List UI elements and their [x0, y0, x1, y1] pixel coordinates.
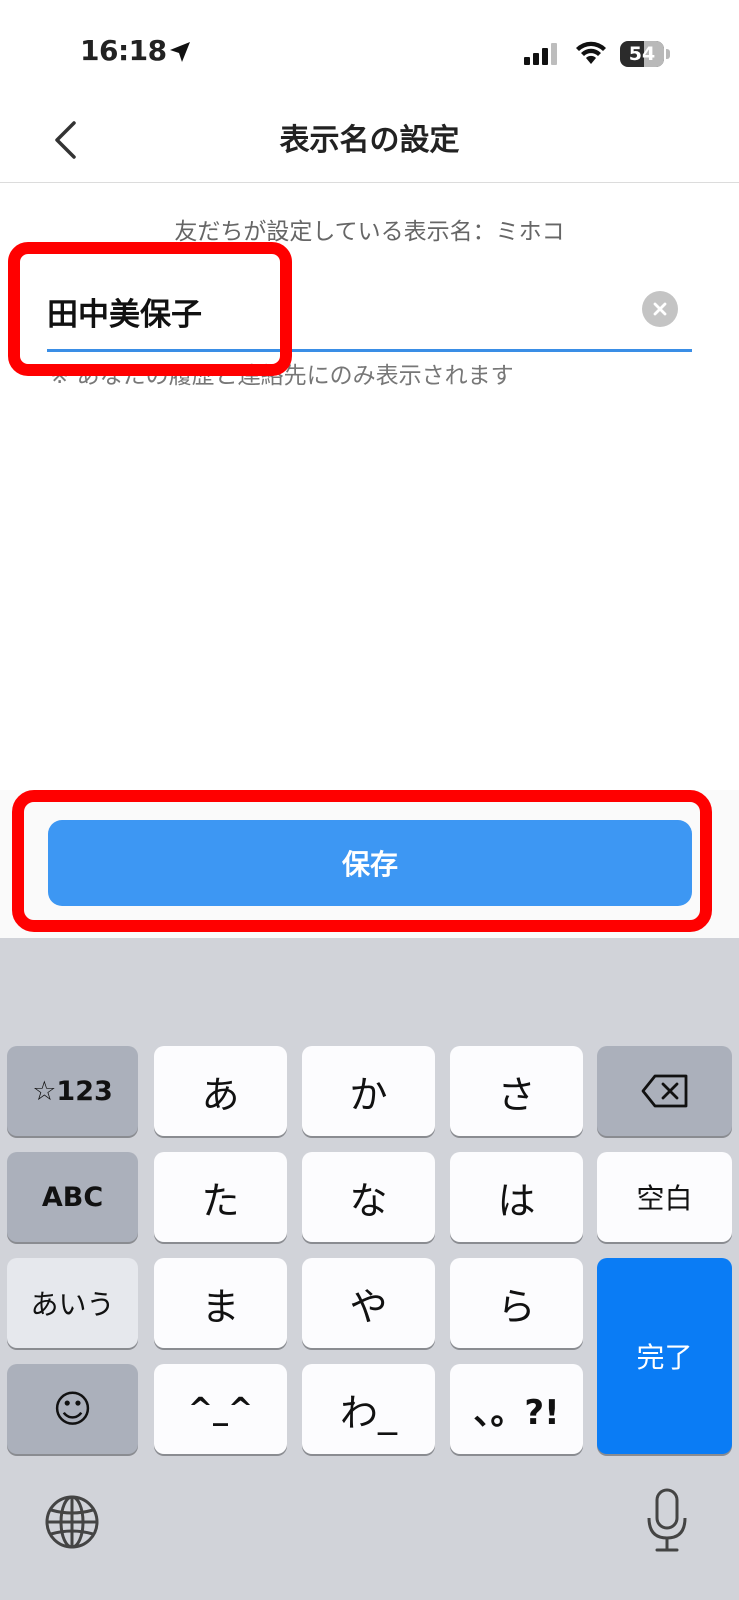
- highlight-annotation-save: [12, 790, 712, 932]
- kana-key[interactable]: ま: [154, 1258, 287, 1348]
- status-bar: 16:18 54: [0, 0, 739, 100]
- abc-key[interactable]: ABC: [7, 1152, 138, 1242]
- wifi-icon: [576, 41, 606, 64]
- location-arrow-icon: [170, 42, 190, 62]
- space-key[interactable]: 空白: [597, 1152, 732, 1242]
- kana-key[interactable]: さ: [450, 1046, 583, 1136]
- kana-key[interactable]: や: [302, 1258, 435, 1348]
- backspace-icon: [641, 1074, 687, 1108]
- chevron-left-icon: [55, 121, 76, 159]
- kana-key[interactable]: ら: [450, 1258, 583, 1348]
- back-button[interactable]: [40, 114, 90, 166]
- nav-bar: 表示名の設定: [0, 100, 739, 183]
- backspace-key[interactable]: [597, 1046, 732, 1136]
- close-icon: [653, 302, 667, 316]
- done-key[interactable]: 完了: [597, 1258, 732, 1454]
- kana-key[interactable]: わ_: [302, 1364, 435, 1454]
- highlight-annotation-input: [8, 242, 292, 376]
- kana-key[interactable]: か: [302, 1046, 435, 1136]
- kaomoji-key[interactable]: ^_^: [154, 1364, 287, 1454]
- kana-key[interactable]: は: [450, 1152, 583, 1242]
- cellular-signal-icon: [524, 43, 557, 65]
- kana-key[interactable]: あ: [154, 1046, 287, 1136]
- battery-level: 54: [628, 43, 656, 65]
- punctuation-key[interactable]: 、。?!: [450, 1364, 583, 1454]
- kana-key[interactable]: な: [302, 1152, 435, 1242]
- microphone-icon[interactable]: [645, 1488, 689, 1554]
- battery-icon: 54: [620, 41, 670, 67]
- friend-set-name-label: 友だちが設定している表示名：ミホコ: [174, 219, 565, 245]
- kana-mode-key[interactable]: あいう: [7, 1258, 138, 1348]
- page-title: 表示名の設定: [279, 123, 460, 158]
- globe-icon[interactable]: [44, 1494, 100, 1550]
- emoji-key[interactable]: ☺: [7, 1364, 138, 1454]
- status-time: 16:18: [80, 34, 167, 67]
- clear-input-button[interactable]: [642, 291, 678, 327]
- kana-key[interactable]: た: [154, 1152, 287, 1242]
- keyboard: ☆123 あ か さ ABC た な は 空白 あいう ま や ら 完了 ☺ ^…: [0, 938, 739, 1600]
- symbols-key[interactable]: ☆123: [7, 1046, 138, 1136]
